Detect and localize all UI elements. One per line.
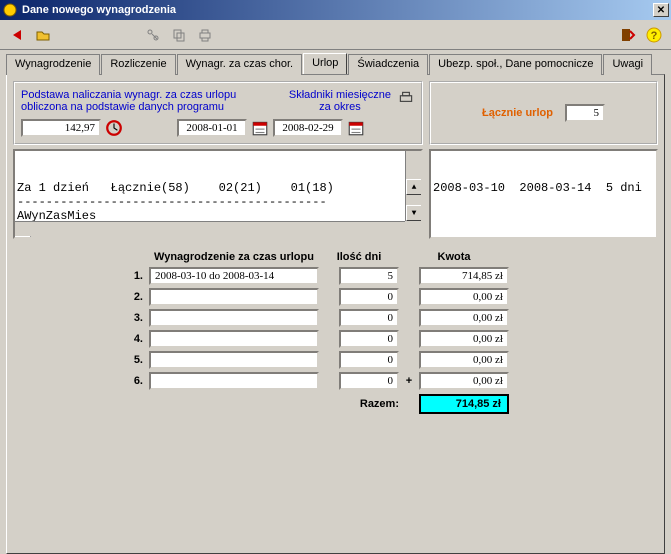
table-row: 5. <box>13 351 658 369</box>
table-row: 4. <box>13 330 658 348</box>
base-value-input[interactable] <box>21 119 101 137</box>
tab-swiadczenia[interactable]: Świadczenia <box>348 54 428 75</box>
amount-input-5[interactable] <box>419 351 509 369</box>
col-days-header: Ilość dni <box>319 251 399 263</box>
help-button[interactable]: ? <box>643 24 665 46</box>
titlebar: Dane nowego wynagrodzenia ✕ <box>0 0 671 20</box>
row-num: 4. <box>13 333 149 345</box>
days-input-2[interactable] <box>339 288 399 306</box>
date-to-input[interactable] <box>273 119 343 137</box>
tool-button-1[interactable] <box>142 24 164 46</box>
close-button[interactable]: ✕ <box>653 3 669 17</box>
total-leave-input[interactable] <box>565 104 605 122</box>
svg-text:?: ? <box>651 30 658 42</box>
tab-uwagi[interactable]: Uwagi <box>603 54 652 75</box>
toolbar: ? <box>0 20 671 50</box>
tab-rozliczenie[interactable]: Rozliczenie <box>101 54 175 75</box>
total-label: Razem: <box>319 398 399 410</box>
days-input-1[interactable] <box>339 267 399 285</box>
period-input-5[interactable] <box>149 351 319 369</box>
memo-left-hscroll[interactable]: ◄ ► <box>15 221 405 237</box>
amount-input-1[interactable] <box>419 267 509 285</box>
memo-left[interactable]: Za 1 dzień Łącznie(58) 02(21) 01(18) ---… <box>13 149 423 239</box>
row-num: 1. <box>13 270 149 282</box>
window-title: Dane nowego wynagrodzenia <box>22 4 653 16</box>
col-amount-header: Kwota <box>399 251 509 263</box>
row-num: 3. <box>13 312 149 324</box>
tab-wynagr-chor[interactable]: Wynagr. za czas chor. <box>177 54 303 75</box>
table-row: 2. <box>13 288 658 306</box>
period-input-2[interactable] <box>149 288 319 306</box>
recalc-button[interactable] <box>105 119 123 137</box>
table-row: 3. <box>13 309 658 327</box>
table-row: 6. + <box>13 372 658 390</box>
copy-button[interactable] <box>168 24 190 46</box>
basis-label-line1: Podstawa naliczania wynagr. za czas urlo… <box>21 89 289 101</box>
col-period-header: Wynagrodzenie za czas urlopu <box>149 251 319 263</box>
row-num: 6. <box>13 375 149 387</box>
tabbar: Wynagrodzenie Rozliczenie Wynagr. za cza… <box>0 50 671 74</box>
row-num: 2. <box>13 291 149 303</box>
amount-input-2[interactable] <box>419 288 509 306</box>
amount-input-6[interactable] <box>419 372 509 390</box>
calendar-to-button[interactable] <box>347 119 365 137</box>
scroll-up-icon[interactable]: ▲ <box>406 179 422 195</box>
days-input-5[interactable] <box>339 351 399 369</box>
app-icon <box>2 2 18 18</box>
date-from-input[interactable] <box>177 119 247 137</box>
folder-button[interactable] <box>32 24 54 46</box>
print-small-button[interactable] <box>397 89 415 107</box>
components-label-l2: za okres <box>289 101 391 113</box>
total-leave-label: Łącznie urlop <box>482 107 553 119</box>
tab-content: Podstawa naliczania wynagr. za czas urlo… <box>6 74 665 554</box>
basis-panel: Podstawa naliczania wynagr. za czas urlo… <box>13 81 423 145</box>
basis-label-line2: obliczona na podstawie danych programu <box>21 101 289 113</box>
days-input-6[interactable] <box>339 372 399 390</box>
days-input-3[interactable] <box>339 309 399 327</box>
memo-right-text: 2008-03-10 2008-03-14 5 dni <box>433 181 654 195</box>
back-button[interactable] <box>6 24 28 46</box>
period-input-3[interactable] <box>149 309 319 327</box>
tab-ubezp[interactable]: Ubezp. społ., Dane pomocnicze <box>429 54 602 75</box>
total-value: 714,85 zł <box>419 394 509 414</box>
plus-sign: + <box>399 375 419 387</box>
rows-grid: Wynagrodzenie za czas urlopu Ilość dni K… <box>13 251 658 414</box>
components-label-l1: Składniki miesięczne <box>289 89 391 101</box>
exit-button[interactable] <box>617 24 639 46</box>
total-panel: Łącznie urlop <box>429 81 658 145</box>
calendar-from-button[interactable] <box>251 119 269 137</box>
period-input-6[interactable] <box>149 372 319 390</box>
amount-input-3[interactable] <box>419 309 509 327</box>
period-input-4[interactable] <box>149 330 319 348</box>
tab-wynagrodzenie[interactable]: Wynagrodzenie <box>6 54 100 75</box>
table-row: 1. <box>13 267 658 285</box>
print-button[interactable] <box>194 24 216 46</box>
memo-left-vscroll[interactable]: ▲ ▼ <box>405 151 421 221</box>
amount-input-4[interactable] <box>419 330 509 348</box>
memo-right[interactable]: 2008-03-10 2008-03-14 5 dni <box>429 149 658 239</box>
scroll-down-icon[interactable]: ▼ <box>406 205 422 221</box>
days-input-4[interactable] <box>339 330 399 348</box>
scroll-corner <box>405 221 421 237</box>
tab-urlop[interactable]: Urlop <box>303 53 347 74</box>
row-num: 5. <box>13 354 149 366</box>
period-input-1[interactable] <box>149 267 319 285</box>
